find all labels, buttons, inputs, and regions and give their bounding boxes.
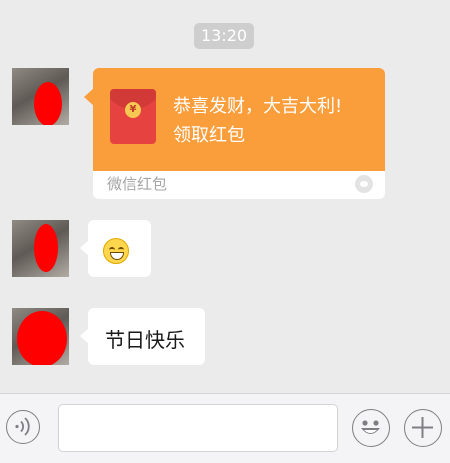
red-envelope-icon: ¥ (110, 89, 156, 144)
sender-avatar[interactable] (12, 220, 69, 277)
plus-icon (412, 417, 433, 438)
voice-icon (15, 417, 30, 436)
red-packet-greeting: 恭喜发财，大吉大利! (173, 96, 343, 117)
avatar-redaction (17, 311, 67, 365)
emoji-icon (361, 420, 380, 434)
avatar-redaction (34, 224, 58, 272)
wechat-logo-icon (355, 175, 373, 193)
sender-avatar[interactable] (12, 68, 69, 125)
grinning-face-icon (103, 238, 129, 264)
message-text: 节日快乐 (105, 328, 185, 352)
message-input[interactable] (58, 404, 338, 452)
more-options-button[interactable] (404, 409, 442, 447)
timestamp-badge: 13:20 (194, 23, 254, 49)
voice-input-button[interactable] (6, 410, 40, 444)
yuan-seal-icon: ¥ (125, 102, 141, 118)
red-packet-label: 微信红包 (107, 175, 168, 193)
red-packet-message[interactable]: ¥ 恭喜发财，大吉大利! 领取红包 微信红包 (93, 68, 385, 199)
sender-avatar[interactable] (12, 308, 69, 365)
red-packet-action: 领取红包 (173, 125, 245, 146)
avatar-redaction (34, 82, 62, 125)
red-packet-body: ¥ 恭喜发财，大吉大利! 领取红包 (93, 68, 385, 171)
emoji-button[interactable] (352, 409, 390, 447)
